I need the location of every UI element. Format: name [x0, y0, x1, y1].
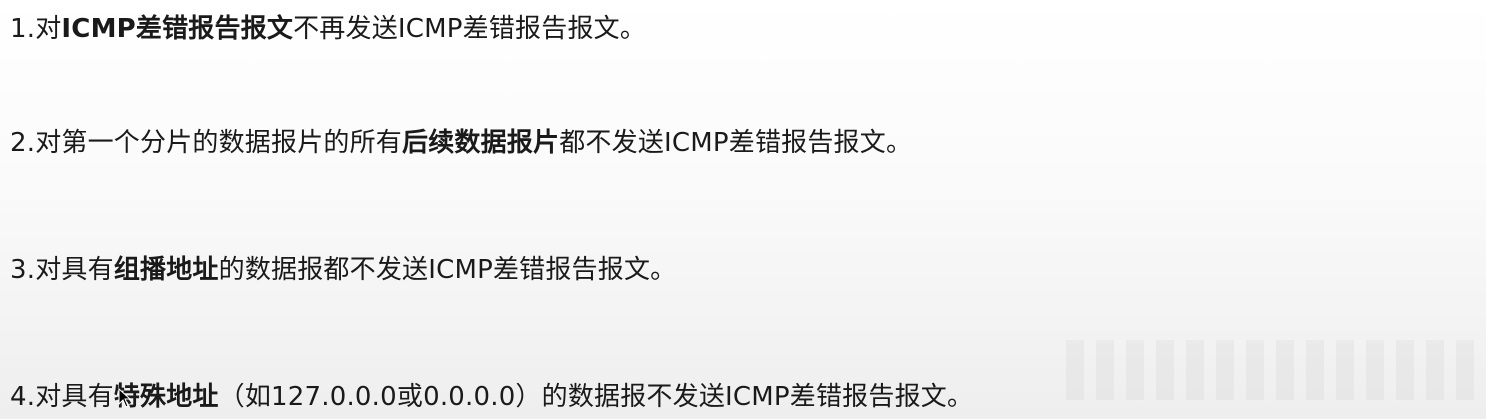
faint-watermark [1066, 340, 1486, 400]
mouse-pointer-icon [118, 388, 132, 408]
rule-item-3-prefix: 3.对具有 [10, 255, 114, 285]
rule-item-4: 4.对具有特殊地址（如127.0.0.0或0.0.0.0）的数据报不发送ICMP… [10, 380, 973, 414]
rule-item-3: 3.对具有组播地址的数据报都不发送ICMP差错报告报文。 [10, 253, 676, 287]
rule-item-2: 2.对第一个分片的数据报片的所有后续数据报片都不发送ICMP差错报告报文。 [10, 126, 912, 160]
rule-item-1: 1.对ICMP差错报告报文不再发送ICMP差错报告报文。 [10, 12, 646, 46]
rule-item-1-bold: ICMP差错报告报文 [61, 14, 294, 44]
rule-item-2-suffix: 都不发送ICMP差错报告报文。 [559, 128, 913, 158]
rule-item-1-suffix: 不再发送ICMP差错报告报文。 [293, 14, 647, 44]
rule-item-2-bold: 后续数据报片 [402, 128, 560, 158]
slide-content: 1.对ICMP差错报告报文不再发送ICMP差错报告报文。 2.对第一个分片的数据… [0, 0, 1486, 419]
rule-item-3-bold: 组播地址 [113, 255, 219, 285]
rule-item-3-suffix: 的数据报都不发送ICMP差错报告报文。 [218, 255, 677, 285]
rule-item-1-prefix: 1.对 [10, 14, 62, 44]
rule-item-4-prefix: 4.对具有 [10, 382, 114, 412]
rule-item-4-suffix: （如127.0.0.0或0.0.0.0）的数据报不发送ICMP差错报告报文。 [218, 382, 974, 412]
rule-item-2-prefix: 2.对第一个分片的数据报片的所有 [10, 128, 403, 158]
